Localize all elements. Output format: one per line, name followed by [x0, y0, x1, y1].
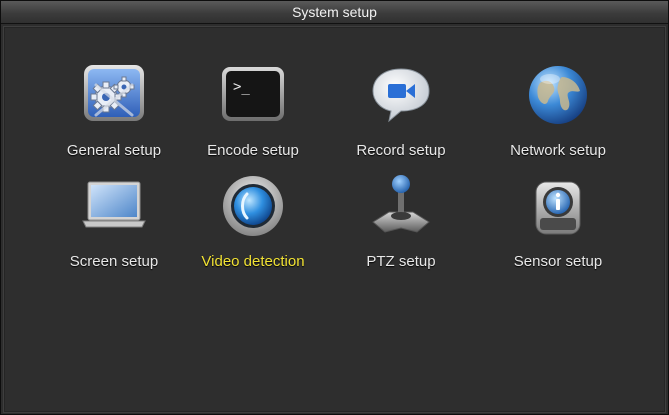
menu-item-record-setup[interactable]: Record setup	[326, 63, 476, 167]
menu-item-general-setup[interactable]: General setup	[39, 63, 189, 167]
menu-item-label: General setup	[66, 142, 162, 159]
menu-item-label: PTZ setup	[366, 253, 436, 270]
globe-icon	[529, 66, 587, 124]
menu-item-screen-setup[interactable]: Screen setup	[39, 174, 189, 278]
system-setup-window: System setup General setup >_ Encode set…	[0, 0, 669, 415]
gear-icon	[84, 65, 144, 121]
menu-item-label: Network setup	[510, 142, 606, 159]
setup-menu-grid: General setup >_ Encode setup Record set…	[3, 26, 666, 413]
menu-item-sensor-setup[interactable]: Sensor setup	[483, 174, 633, 278]
svg-text:>_: >_	[233, 79, 250, 95]
menu-item-label: Video detection	[201, 253, 305, 270]
window-title: System setup	[1, 1, 668, 24]
joystick-icon	[372, 175, 430, 233]
menu-item-label: Record setup	[356, 142, 446, 159]
menu-item-label: Sensor setup	[513, 253, 603, 270]
menu-item-encode-setup[interactable]: >_ Encode setup	[178, 63, 328, 167]
menu-item-label: Encode setup	[207, 142, 299, 159]
menu-item-ptz-setup[interactable]: PTZ setup	[326, 174, 476, 278]
menu-item-label: Screen setup	[69, 253, 159, 270]
sensor-icon	[535, 181, 581, 235]
motion-detection-icon	[223, 176, 283, 236]
laptop-icon	[82, 181, 146, 228]
terminal-icon: >_	[222, 67, 284, 121]
menu-item-network-setup[interactable]: Network setup	[483, 63, 633, 167]
menu-item-video-detection[interactable]: Video detection	[178, 174, 328, 278]
video-camera-icon	[372, 68, 430, 123]
